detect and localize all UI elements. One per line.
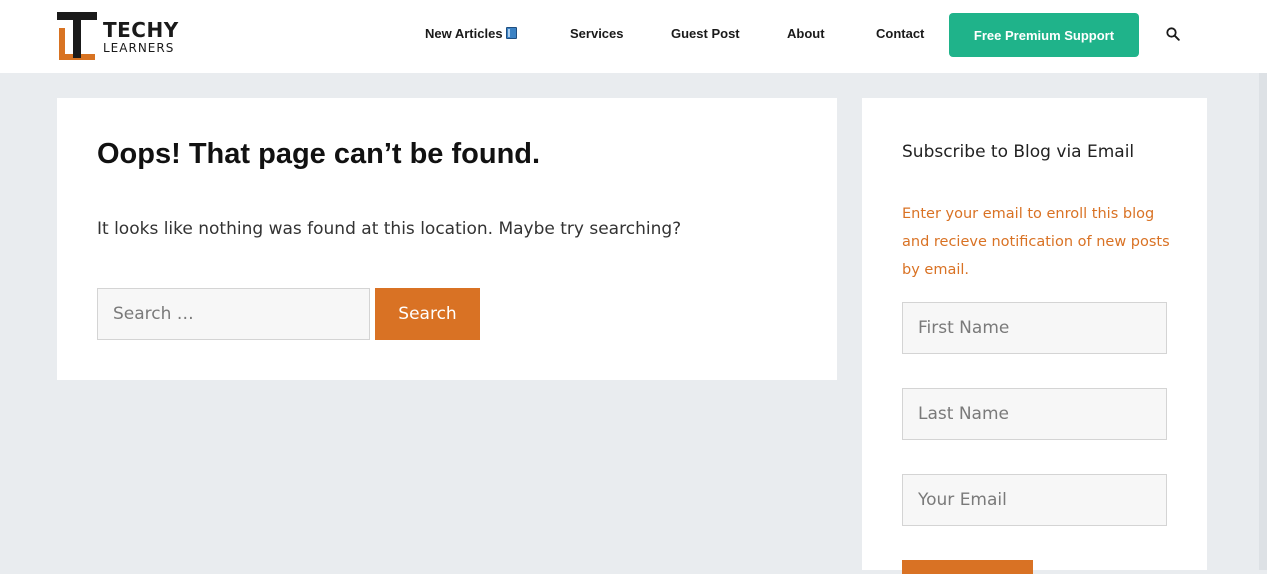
search-input[interactable] xyxy=(97,288,370,340)
not-found-card: Oops! That page can’t be found. It looks… xyxy=(57,98,837,380)
site-logo[interactable]: TECHY LEARNERS xyxy=(57,12,197,62)
scrollbar-track[interactable] xyxy=(1259,73,1267,570)
search-button[interactable]: Search xyxy=(375,288,480,340)
widget-title: Subscribe to Blog via Email xyxy=(902,142,1135,162)
nav-item-new-articles[interactable]: New Articles xyxy=(425,26,517,41)
page-title: Oops! That page can’t be found. xyxy=(97,138,541,170)
site-header: TECHY LEARNERS New Articles Services Gue… xyxy=(0,0,1267,73)
not-found-message: It looks like nothing was found at this … xyxy=(97,219,682,239)
free-premium-support-button[interactable]: Free Premium Support xyxy=(949,13,1139,57)
logo-line1: TECHY xyxy=(103,18,179,42)
sidebar-subscribe-widget: Subscribe to Blog via Email Enter your e… xyxy=(862,98,1207,574)
nav-item-guest-post[interactable]: Guest Post xyxy=(671,26,740,41)
search-icon[interactable] xyxy=(1166,27,1180,41)
first-name-field[interactable] xyxy=(902,302,1167,354)
nav-item-contact[interactable]: Contact xyxy=(876,26,924,41)
book-icon xyxy=(505,27,517,39)
logo-text: TECHY LEARNERS xyxy=(103,20,179,54)
logo-mark xyxy=(57,12,97,62)
nav-item-label: New Articles xyxy=(425,26,503,41)
nav-item-services[interactable]: Services xyxy=(570,26,624,41)
last-name-field[interactable] xyxy=(902,388,1167,440)
widget-description: Enter your email to enroll this blog and… xyxy=(902,206,1170,278)
subscribe-button[interactable] xyxy=(902,560,1033,574)
nav-item-about[interactable]: About xyxy=(787,26,825,41)
email-field[interactable] xyxy=(902,474,1167,526)
logo-line2: LEARNERS xyxy=(103,41,175,55)
